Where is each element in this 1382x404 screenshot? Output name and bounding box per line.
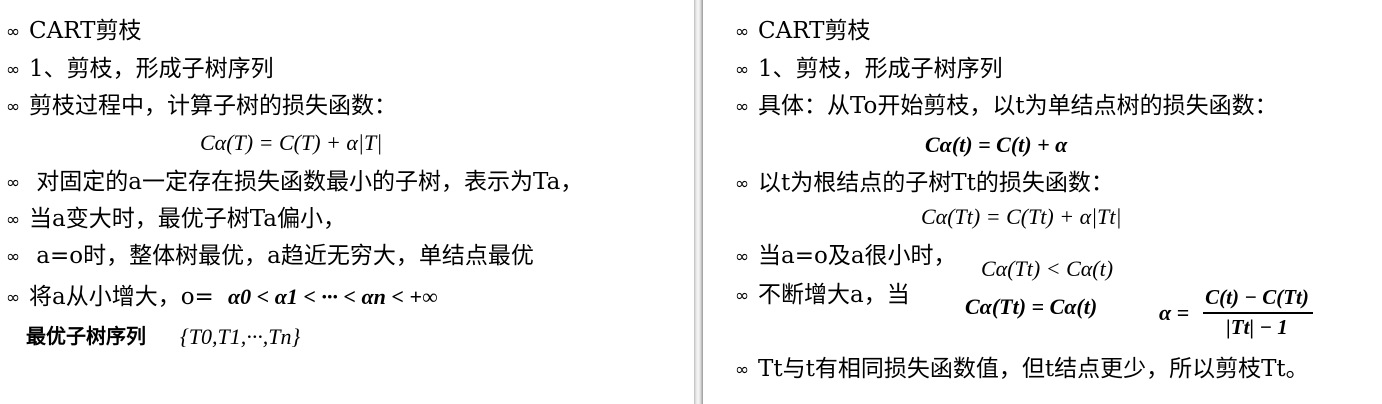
bullet-icon: ∞ — [735, 60, 749, 80]
right-increase-a: 不断增大a，当 — [758, 282, 910, 308]
left-extremes-line: ∞ a=o时，整体树最优，a趋近无穷大，单结点最优 — [6, 241, 534, 272]
left-a-grows: 当a变大时，最优子树Ta偏小， — [29, 206, 346, 232]
right-alpha-denominator: |Tt| − 1 — [1226, 315, 1288, 339]
left-extremes: a=o时，整体树最优，a趋近无穷大，单结点最优 — [29, 243, 534, 269]
right-specific: 具体：从To开始剪枝，以t为单结点树的损失函数： — [758, 93, 1278, 119]
left-fixed-a-line: ∞ 对固定的a一定存在损失函数最小的子树，表示为Ta， — [6, 167, 583, 198]
right-root-formula: Cα(Tt) = C(Tt) + α|Tt| — [921, 204, 1122, 229]
left-subtree-seq: {T0,T1,···,Tn} — [180, 324, 301, 349]
bullet-icon: ∞ — [6, 247, 20, 267]
right-conclusion: Tt与t有相同损失函数值，但t结点更少，所以剪枝Tt。 — [758, 356, 1309, 382]
left-step-line: ∞ 1、剪枝，形成子树序列 — [6, 54, 274, 85]
right-title: CART剪枝 — [758, 18, 871, 44]
slide-divider — [694, 0, 703, 404]
right-equal-formula: Cα(Tt) = Cα(t) — [965, 294, 1098, 319]
left-title: CART剪枝 — [29, 18, 142, 44]
right-alpha-numerator: C(t) − C(Tt) — [1205, 285, 1309, 309]
right-conclusion-line: ∞ Tt与t有相同损失函数值，但t结点更少，所以剪枝Tt。 — [735, 354, 1309, 385]
right-step: 1、剪枝，形成子树序列 — [758, 56, 1003, 82]
left-increase-line: ∞ 将a从小增大，o= — [6, 282, 214, 313]
right-specific-line: ∞ 具体：从To开始剪枝，以t为单结点树的损失函数： — [735, 91, 1278, 122]
right-small-a-line: ∞ 当a=o及a很小时， — [735, 241, 957, 272]
left-loss-formula: Cα(T) = C(T) + α|T| — [200, 130, 383, 155]
bullet-icon: ∞ — [735, 247, 749, 267]
right-title-line: ∞ CART剪枝 — [735, 16, 870, 47]
bullet-icon: ∞ — [6, 97, 20, 117]
right-step-line: ∞ 1、剪枝，形成子树序列 — [735, 54, 1003, 85]
left-title-line: ∞ CART剪枝 — [6, 16, 141, 47]
bullet-icon: ∞ — [735, 360, 749, 380]
right-increase-a-line: ∞ 不断增大a，当 — [735, 280, 910, 311]
left-slide: ∞ CART剪枝 ∞ 1、剪枝，形成子树序列 ∞ 剪枝过程中，计算子树的损失函数： C… — [0, 0, 694, 404]
bullet-icon: ∞ — [6, 60, 20, 80]
bullet-icon: ∞ — [6, 288, 20, 308]
slide-page: ∞ CART剪枝 ∞ 1、剪枝，形成子树序列 ∞ 剪枝过程中，计算子树的损失函数： C… — [0, 0, 1382, 404]
right-slide: ∞ CART剪枝 ∞ 1、剪枝，形成子树序列 ∞ 具体：从To开始剪枝，以t为单结点树… — [703, 0, 1382, 404]
right-small-a: 当a=o及a很小时， — [758, 243, 957, 269]
bullet-icon: ∞ — [735, 97, 749, 117]
right-small-a-formula: Cα(Tt) < Cα(t) — [981, 256, 1114, 281]
left-increase: 将a从小增大，o= — [29, 284, 214, 310]
left-loss-intro: 剪枝过程中，计算子树的损失函数： — [29, 93, 397, 119]
left-fixed-a: 对固定的a一定存在损失函数最小的子树，表示为Ta， — [29, 169, 584, 195]
right-root-intro: 以t为根结点的子树Tt的损失函数： — [758, 170, 1114, 196]
bullet-icon: ∞ — [6, 22, 20, 42]
left-a-grows-line: ∞ 当a变大时，最优子树Ta偏小， — [6, 204, 346, 235]
bullet-icon: ∞ — [735, 286, 749, 306]
bullet-icon: ∞ — [735, 22, 749, 42]
left-subtree-seq-label: 最优子树序列 — [26, 324, 146, 348]
right-root-intro-line: ∞ 以t为根结点的子树Tt的损失函数： — [735, 168, 1114, 199]
left-alpha-seq: α0 < α1 < ··· < αn < +∞ — [228, 284, 438, 309]
bullet-icon: ∞ — [6, 210, 20, 230]
bullet-icon: ∞ — [735, 174, 749, 194]
right-alpha-lhs: α = — [1159, 300, 1190, 325]
left-loss-intro-line: ∞ 剪枝过程中，计算子树的损失函数： — [6, 91, 397, 122]
right-single-formula: Cα(t) = C(t) + α — [925, 132, 1068, 157]
bullet-icon: ∞ — [6, 173, 20, 193]
left-step: 1、剪枝，形成子树序列 — [29, 56, 274, 82]
